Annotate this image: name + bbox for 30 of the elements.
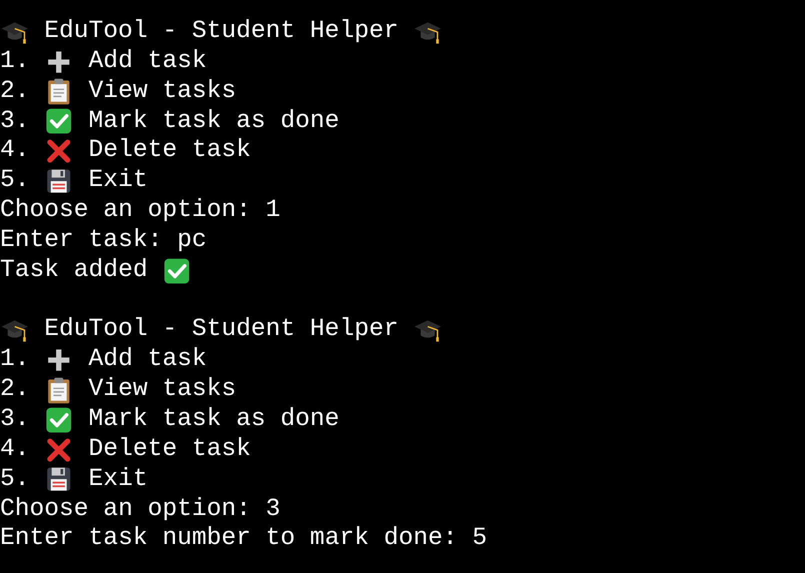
check-icon <box>44 406 74 434</box>
prompt-text: Enter task number to mark done: 5 <box>0 524 488 554</box>
menu-number: 5. <box>0 166 30 196</box>
menu-label: Add task <box>88 345 207 376</box>
menu-label: Exit <box>88 464 148 494</box>
menu-number: 3. <box>0 106 30 136</box>
prompt-text: Choose an option: 1 <box>0 196 280 226</box>
check-icon <box>44 107 74 136</box>
menu-number: 1. <box>0 345 30 376</box>
menu-label: Exit <box>88 166 148 196</box>
menu-label: Mark task as done <box>88 404 340 435</box>
prompt-text: Enter task: pc <box>0 226 207 256</box>
menu-label: Mark task as done <box>88 106 340 136</box>
title-text: EduTool - Student Helper <box>44 315 398 346</box>
menu-label: View tasks <box>88 76 236 107</box>
menu-number: 2. <box>0 375 30 405</box>
menu-number: 4. <box>0 136 30 166</box>
menu-label: View tasks <box>88 375 236 405</box>
menu-number: 4. <box>0 434 30 465</box>
menu-number: 2. <box>0 76 30 107</box>
menu-number: 1. <box>0 46 30 77</box>
menu-label: Delete task <box>88 136 251 166</box>
check-icon <box>162 256 192 285</box>
menu-label: Delete task <box>88 434 251 465</box>
title-text: EduTool - Student Helper <box>44 17 398 47</box>
menu-number: 3. <box>0 404 30 435</box>
menu-number: 5. <box>0 464 30 494</box>
status-message: Task added <box>0 256 148 286</box>
prompt-text: Choose an option: 3 <box>0 494 280 524</box>
menu-label: Add task <box>88 46 207 77</box>
